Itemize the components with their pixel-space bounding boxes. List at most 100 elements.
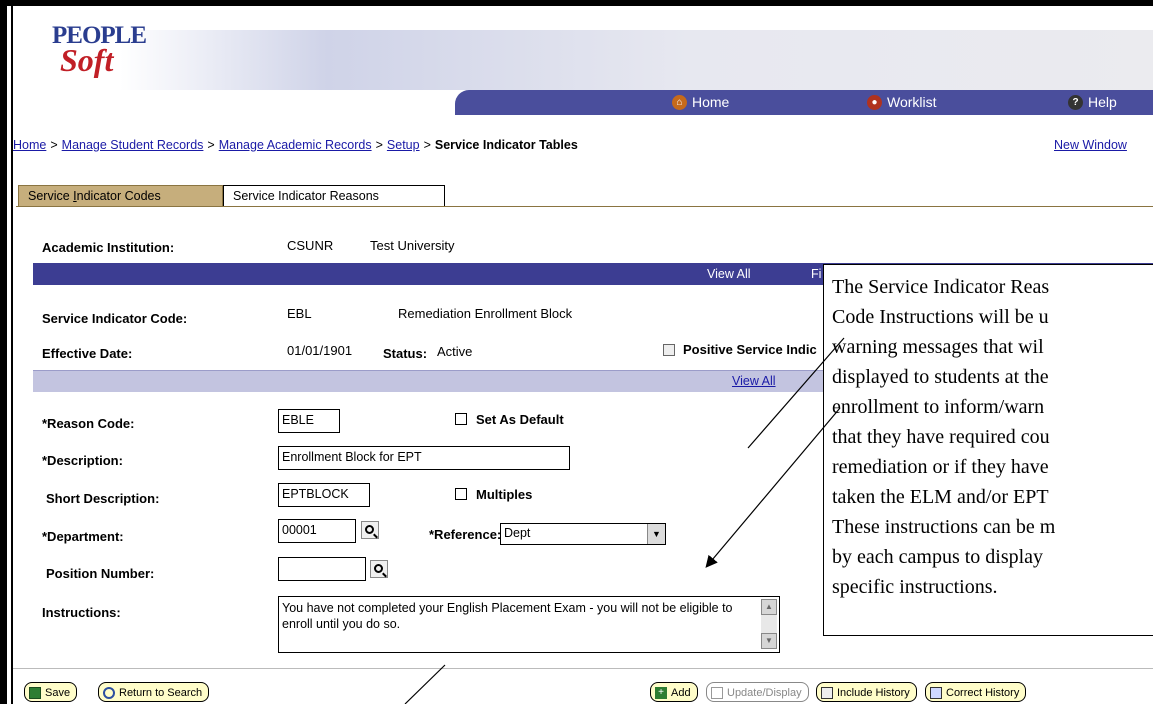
tab-codes-label-post: ndicator Codes [76,189,161,203]
position-number-input[interactable] [278,557,366,581]
nav-worklist[interactable]: ● Worklist [867,94,937,110]
callout-line: specific instructions. [832,576,998,598]
nav-help-label: Help [1088,94,1117,110]
header-banner [120,30,1153,90]
include-history-icon [821,687,833,699]
lookup-icon [364,524,374,534]
home-icon: ⌂ [672,94,687,110]
callout-line: that they have required cou [832,426,1050,448]
lookup-icon [373,563,383,573]
nav-home[interactable]: ⌂ Home [672,94,729,110]
nav-home-label: Home [692,94,730,110]
tab-service-indicator-reasons[interactable]: Service Indicator Reasons [223,185,445,206]
footer-toolbar: Save Return to Search + Add Update/Displ… [0,682,1153,704]
annotation-callout: The Service Indicator Reas Code Instruct… [823,264,1153,636]
callout-line: Code Instructions will be u [832,306,1049,328]
reason-view-all-link[interactable]: View All [732,374,776,388]
scroll-up-icon[interactable]: ▲ [761,599,777,615]
tab-baseline [16,206,1153,207]
update-display-label: Update/Display [727,687,802,699]
tab-codes-label-pre: Service [28,189,74,203]
instructions-label: Instructions: [42,605,121,620]
department-label: *Department: [42,529,124,544]
set-as-default-checkbox[interactable] [455,413,467,425]
breadcrumb-manage-student-records[interactable]: Manage Student Records [62,138,204,152]
short-description-label: Short Description: [46,491,160,506]
callout-line: These instructions can be m [832,516,1056,538]
positive-service-indicator-checkbox[interactable] [663,344,675,356]
description-input[interactable]: Enrollment Block for EPT [278,446,570,470]
breadcrumb-setup[interactable]: Setup [387,138,420,152]
short-description-input[interactable]: EPTBLOCK [278,483,370,507]
nav-help[interactable]: ? Help [1068,94,1117,110]
reference-label: *Reference: [429,527,502,542]
callout-line: by each campus to display [832,546,1044,568]
frame-rule [11,6,13,704]
instructions-textarea[interactable]: You have not completed your English Plac… [278,596,780,653]
breadcrumb-current: Service Indicator Tables [434,138,578,152]
footer-divider [13,668,1153,669]
include-history-label: Include History [837,687,910,699]
worklist-icon: ● [867,94,882,110]
correct-history-icon [930,687,942,699]
save-label: Save [45,687,71,699]
add-button[interactable]: + Add [650,682,698,702]
search-icon [103,687,115,699]
breadcrumb-separator: > [50,138,58,152]
return-to-search-label: Return to Search [119,687,203,699]
effective-date-label: Effective Date: [42,346,133,361]
status-value: Active [437,344,473,359]
effective-date: 01/01/1901 [287,343,353,358]
multiples-checkbox[interactable] [455,488,467,500]
breadcrumb-home[interactable]: Home [13,138,46,152]
correct-history-label: Correct History [946,687,1020,699]
callout-line: remediation or if they have [832,456,1049,478]
callout-line: warning messages that wil [832,336,1044,358]
return-to-search-button[interactable]: Return to Search [98,682,210,702]
reference-selected: Dept [504,526,531,540]
callout-line: displayed to students at the [832,366,1049,388]
correct-history-button[interactable]: Correct History [925,682,1027,702]
reason-code-input[interactable]: EBLE [278,409,340,433]
breadcrumb-separator: > [207,138,215,152]
breadcrumb-separator: > [423,138,431,152]
reference-select[interactable]: Dept ▼ [500,523,666,545]
tab-service-indicator-codes[interactable]: Service Indicator Codes [18,185,223,206]
save-button[interactable]: Save [24,682,78,702]
academic-institution-label: Academic Institution: [42,240,175,255]
callout-line: taken the ELM and/or EPT [832,486,1049,508]
include-history-button[interactable]: Include History [816,682,917,702]
department-input[interactable]: 00001 [278,519,356,543]
view-all-link[interactable]: View All [707,267,751,281]
description-label: *Description: [42,453,123,468]
callout-line: enrollment to inform/warn [832,396,1045,418]
set-as-default-label: Set As Default [476,412,564,427]
save-icon [29,687,41,699]
instructions-scrollbar[interactable]: ▲ ▼ [761,599,777,649]
callout-line: The Service Indicator Reas [832,276,1050,298]
position-lookup-button[interactable] [370,560,388,578]
breadcrumb-manage-academic-records[interactable]: Manage Academic Records [219,138,372,152]
nav-worklist-label: Worklist [887,94,937,110]
update-display-button[interactable]: Update/Display [706,682,809,702]
institution-name: Test University [370,238,455,253]
service-indicator-code: EBL [287,306,312,321]
help-icon: ? [1068,94,1083,110]
institution-code: CSUNR [287,238,334,253]
department-lookup-button[interactable] [361,521,379,539]
positive-service-indicator-label: Positive Service Indic [683,342,817,357]
reason-code-label: *Reason Code: [42,416,135,431]
position-number-label: Position Number: [46,566,155,581]
first-link[interactable]: Fi [811,267,821,281]
breadcrumb: Home > Manage Student Records > Manage Acade… [13,138,578,152]
status-label: Status: [383,346,428,361]
add-icon: + [655,687,667,699]
update-display-icon [711,687,723,699]
add-label: Add [671,687,691,699]
peoplesoft-logo: PEOPLE Soft [52,22,162,94]
top-nav-bar: ⌂ Home ● Worklist ? Help [455,90,1153,115]
instructions-text: You have not completed your English Plac… [282,601,733,631]
scroll-down-icon[interactable]: ▼ [761,633,777,649]
new-window-link[interactable]: New Window [1054,138,1127,152]
service-indicator-code-label: Service Indicator Code: [42,311,188,326]
